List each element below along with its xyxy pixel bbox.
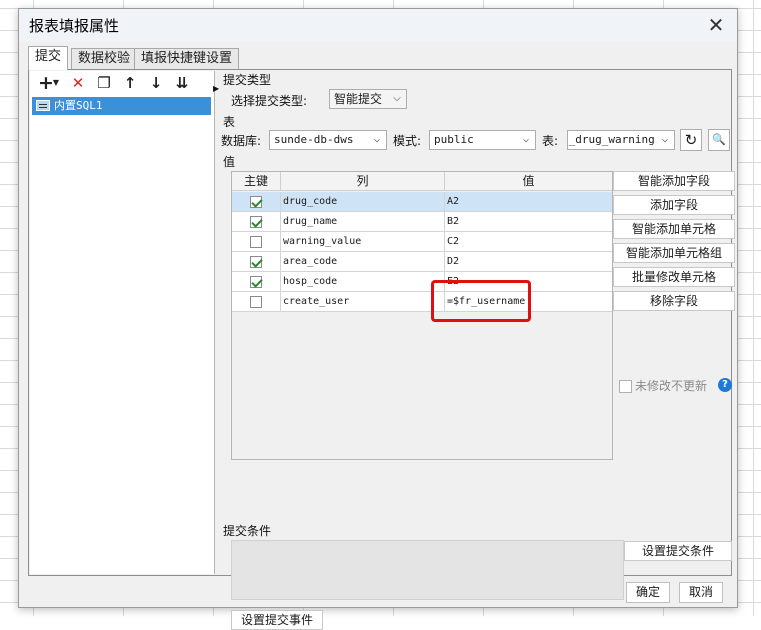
value-section-label: 值: [223, 155, 236, 169]
tree-item-builtin-sql[interactable]: 内置SQL1: [32, 97, 211, 115]
report-fill-properties-dialog: 报表填报属性 ✕ 提交 数据校验 填报快捷键设置 + ▼ ✕ ❐ ↑ ↓ ⇊ 内…: [18, 8, 738, 630]
close-icon[interactable]: ✕: [701, 12, 731, 38]
schema-label: 模式:: [393, 134, 422, 148]
no-update-if-unchanged-label: 未修改不更新: [635, 379, 708, 393]
arrow-down-icon[interactable]: ↓: [146, 73, 166, 93]
arrow-up-icon[interactable]: ↑: [120, 73, 140, 93]
table-select[interactable]: t_drug_warning ⌵: [567, 130, 675, 150]
field-value-table: 主键 列 值 drug_code A2 drug_name B2 warning…: [231, 171, 613, 460]
tree-item-label: 内置SQL1: [54, 99, 103, 112]
remove-field-button[interactable]: 移除字段: [613, 291, 735, 311]
table-value: t_drug_warning: [567, 133, 655, 146]
value-cell[interactable]: C2: [445, 232, 612, 252]
dialog-title: 报表填报属性: [29, 17, 120, 35]
refresh-icon[interactable]: ↻: [680, 129, 702, 151]
column-cell[interactable]: hosp_code: [281, 272, 445, 292]
value-cell[interactable]: E2: [445, 272, 612, 292]
key-cell: [232, 292, 281, 312]
primary-key-checkbox[interactable]: [250, 196, 262, 208]
column-cell[interactable]: warning_value: [281, 232, 445, 252]
ok-button[interactable]: 确定: [626, 582, 670, 603]
database-label: 数据库:: [221, 134, 262, 148]
submit-list-pane: + ▼ ✕ ❐ ↑ ↓ ⇊ 内置SQL1: [30, 71, 215, 574]
smart-add-field-button[interactable]: 智能添加字段: [613, 171, 735, 191]
table-section-label: 表: [223, 115, 236, 129]
tab-shortcut-settings[interactable]: 填报快捷键设置: [134, 48, 240, 69]
key-cell: [232, 212, 281, 232]
help-icon[interactable]: ?: [718, 378, 732, 392]
key-cell: [232, 192, 281, 212]
table-row[interactable]: hosp_code E2: [232, 272, 612, 292]
value-cell[interactable]: D2: [445, 252, 612, 272]
value-cell[interactable]: A2: [445, 192, 612, 212]
smart-add-cell-group-button[interactable]: 智能添加单元格组: [613, 243, 735, 263]
dropdown-arrow-icon[interactable]: ▼: [52, 79, 60, 87]
chevron-down-icon: ⌵: [658, 131, 672, 149]
table-row[interactable]: create_user =$fr_username: [232, 292, 612, 312]
set-submit-event-button[interactable]: 设置提交事件: [231, 610, 323, 630]
table-row[interactable]: warning_value C2: [232, 232, 612, 252]
column-header-value: 值: [445, 172, 612, 191]
move-bottom-icon[interactable]: ⇊: [172, 73, 192, 93]
submit-condition-area: [231, 540, 624, 600]
schema-select[interactable]: public ⌵: [429, 130, 536, 150]
column-header-key: 主键: [232, 172, 281, 191]
tab-submit[interactable]: 提交: [28, 46, 69, 70]
column-cell[interactable]: create_user: [281, 292, 445, 312]
batch-modify-cell-button[interactable]: 批量修改单元格: [613, 267, 735, 287]
value-cell[interactable]: B2: [445, 212, 612, 232]
delete-icon[interactable]: ✕: [68, 73, 88, 93]
database-select[interactable]: sunde-db-dws ⌵: [269, 130, 387, 150]
collapse-arrow-icon[interactable]: ▶: [213, 84, 219, 93]
copy-icon[interactable]: ❐: [94, 73, 114, 93]
list-toolbar: + ▼ ✕ ❐ ↑ ↓ ⇊: [30, 71, 214, 95]
smart-add-cell-button[interactable]: 智能添加单元格: [613, 219, 735, 239]
column-header-column: 列: [281, 172, 445, 191]
tab-data-validation[interactable]: 数据校验: [71, 48, 138, 69]
table-row[interactable]: area_code D2: [232, 252, 612, 272]
primary-key-checkbox[interactable]: [250, 296, 262, 308]
primary-key-checkbox[interactable]: [250, 276, 262, 288]
key-cell: [232, 232, 281, 252]
add-field-button[interactable]: 添加字段: [613, 195, 735, 215]
primary-key-checkbox[interactable]: [250, 256, 262, 268]
column-cell[interactable]: drug_code: [281, 192, 445, 212]
chevron-down-icon: ⌵: [390, 90, 404, 108]
submit-tab-panel: + ▼ ✕ ❐ ↑ ↓ ⇊ 内置SQL1 ▶ 提交类型 选择提交类型: 智能提交…: [28, 69, 735, 630]
set-submit-condition-button[interactable]: 设置提交条件: [624, 541, 732, 561]
submit-type-select[interactable]: 智能提交 ⌵: [329, 89, 407, 109]
key-cell: [232, 272, 281, 292]
chevron-down-icon: ⌵: [519, 131, 533, 149]
table-row[interactable]: drug_name B2: [232, 212, 612, 232]
schema-value: public: [434, 133, 474, 146]
cancel-button[interactable]: 取消: [679, 582, 723, 603]
value-cell[interactable]: =$fr_username: [445, 292, 612, 312]
key-cell: [232, 252, 281, 272]
database-value: sunde-db-dws: [274, 133, 354, 146]
submit-type-value: 智能提交: [334, 92, 383, 106]
column-cell[interactable]: area_code: [281, 252, 445, 272]
submit-type-section-label: 提交类型: [223, 73, 272, 87]
table-row[interactable]: drug_code A2: [232, 192, 612, 212]
primary-key-checkbox[interactable]: [250, 216, 262, 228]
no-update-if-unchanged-checkbox[interactable]: [619, 380, 632, 393]
chevron-down-icon: ⌵: [370, 131, 384, 149]
submit-condition-section-label: 提交条件: [223, 524, 272, 538]
submit-type-label: 选择提交类型:: [231, 94, 308, 108]
table-label: 表:: [542, 134, 559, 148]
column-cell[interactable]: drug_name: [281, 212, 445, 232]
title-bar: 报表填报属性 ✕: [19, 9, 737, 41]
preview-icon[interactable]: 🔍: [708, 129, 730, 151]
primary-key-checkbox[interactable]: [250, 236, 262, 248]
sql-table-icon: [36, 100, 50, 111]
